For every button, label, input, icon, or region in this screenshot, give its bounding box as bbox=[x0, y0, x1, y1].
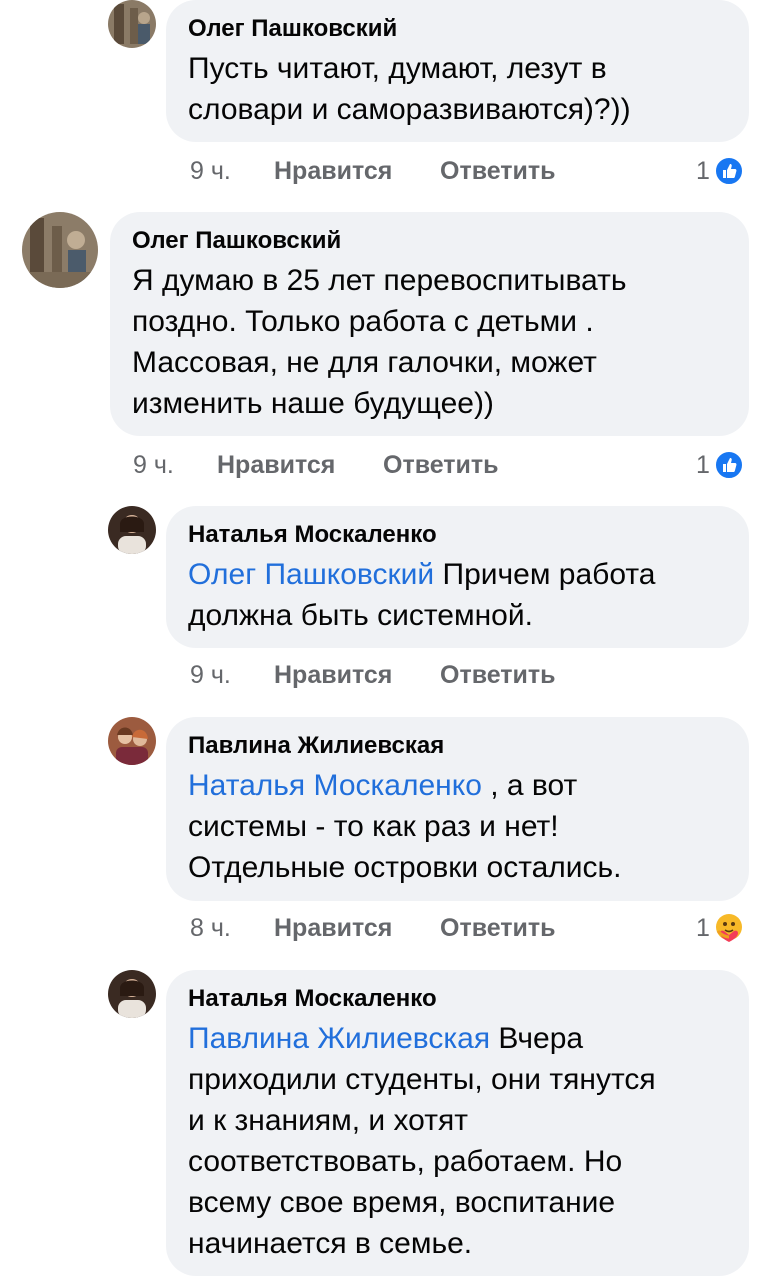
reply-button[interactable]: Ответить bbox=[440, 157, 556, 186]
comment-bubble: Олег Пашковский Пусть читают, думают, ле… bbox=[166, 0, 749, 142]
comment-text-line: изменить наше будущее)) bbox=[132, 387, 494, 420]
reaction-summary[interactable]: 1 bbox=[696, 910, 744, 946]
comment-text: Наталья Москаленко , а вот системы - то … bbox=[188, 765, 727, 888]
like-icon bbox=[713, 156, 744, 186]
reaction-summary[interactable]: 1 bbox=[696, 447, 744, 483]
reaction-summary[interactable]: 1 bbox=[696, 153, 744, 189]
comment-timestamp[interactable]: 9 ч. bbox=[190, 661, 231, 690]
mention-link[interactable]: Наталья Москаленко bbox=[188, 769, 482, 802]
comment-text-span: Причем работа bbox=[434, 558, 656, 591]
comment-text-line: поздно. Только работа с детьми . bbox=[132, 305, 594, 338]
comment-bubble: Павлина Жилиевская Наталья Москаленко , … bbox=[166, 717, 749, 901]
comment-timestamp[interactable]: 8 ч. bbox=[190, 914, 231, 943]
comment-text-span: Вчера bbox=[490, 1022, 584, 1055]
comment-text: Олег Пашковский Причем работа должна быт… bbox=[188, 554, 727, 636]
avatar[interactable] bbox=[22, 212, 98, 288]
comment-text-line: Массовая, не для галочки, может bbox=[132, 346, 597, 379]
comment-text-line: системы - то как раз и нет! bbox=[188, 810, 559, 843]
comment-text-line: Наталья Москаленко , а вот bbox=[188, 765, 727, 806]
avatar[interactable] bbox=[108, 506, 156, 554]
comment-text-line: Павлина Жилиевская Вчера bbox=[188, 1018, 727, 1059]
mention-link[interactable]: Олег Пашковский bbox=[188, 558, 434, 591]
comment-text-line: приходили студенты, они тянутся bbox=[188, 1063, 656, 1096]
care-icon bbox=[715, 914, 742, 942]
comment-text-line: всему свое время, воспитание bbox=[188, 1186, 616, 1219]
reaction-count: 1 bbox=[696, 914, 710, 942]
like-button[interactable]: Нравится bbox=[274, 914, 392, 943]
comment-actions: 9 ч. Нравится Ответить bbox=[190, 661, 590, 697]
like-button[interactable]: Нравится bbox=[217, 451, 335, 480]
comment-text-line: должна быть системной. bbox=[188, 599, 533, 632]
comment-text: Павлина Жилиевская Вчера приходили студе… bbox=[188, 1018, 727, 1264]
comment-text-span: , а вот bbox=[481, 769, 578, 802]
comment-text-line: Отдельные островки остались. bbox=[188, 851, 622, 884]
comment-timestamp[interactable]: 9 ч. bbox=[133, 451, 174, 480]
comment-timestamp[interactable]: 9 ч. bbox=[190, 157, 231, 186]
comment-text-line: и к знаниям, и хотят bbox=[188, 1104, 468, 1137]
comments-thread: Олег Пашковский Пусть читают, думают, ле… bbox=[0, 0, 771, 1280]
comment-text: Я думаю в 25 лет перевоспитывать поздно.… bbox=[132, 260, 727, 424]
comment-text: Пусть читают, думают, лезут в словари и … bbox=[188, 48, 727, 130]
comment-bubble: Олег Пашковский Я думаю в 25 лет перевос… bbox=[110, 212, 749, 436]
comment-text-line: соответствовать, работаем. Но bbox=[188, 1145, 623, 1178]
comment-text-line: словари и саморазвиваются)?)) bbox=[188, 93, 631, 126]
comment-actions: 9 ч. Нравится Ответить bbox=[190, 157, 590, 193]
avatar[interactable] bbox=[108, 717, 156, 765]
comment-author[interactable]: Олег Пашковский bbox=[188, 14, 727, 44]
comment-author[interactable]: Олег Пашковский bbox=[132, 226, 727, 256]
comment-actions: 9 ч. Нравится Ответить bbox=[133, 451, 533, 487]
reply-button[interactable]: Ответить bbox=[440, 914, 556, 943]
mention-link[interactable]: Павлина Жилиевская bbox=[188, 1022, 490, 1055]
avatar[interactable] bbox=[108, 970, 156, 1018]
comment-text-line: начинается в семье. bbox=[188, 1227, 473, 1260]
comment-author[interactable]: Наталья Москаленко bbox=[188, 520, 727, 550]
like-button[interactable]: Нравится bbox=[274, 661, 392, 690]
comment-actions: 8 ч. Нравится Ответить bbox=[190, 914, 590, 950]
reply-button[interactable]: Ответить bbox=[440, 661, 556, 690]
comment-text-line: Олег Пашковский Причем работа bbox=[188, 554, 727, 595]
avatar[interactable] bbox=[108, 0, 156, 48]
comment-bubble: Наталья Москаленко Павлина Жилиевская Вч… bbox=[166, 970, 749, 1276]
like-button[interactable]: Нравится bbox=[274, 157, 392, 186]
comment-author[interactable]: Наталья Москаленко bbox=[188, 984, 727, 1014]
reaction-count: 1 bbox=[696, 451, 710, 479]
reaction-count: 1 bbox=[696, 157, 710, 185]
comment-bubble: Наталья Москаленко Олег Пашковский Приче… bbox=[166, 506, 749, 648]
comment-author[interactable]: Павлина Жилиевская bbox=[188, 731, 727, 761]
like-icon bbox=[713, 450, 744, 480]
comment-text-line: Я думаю в 25 лет перевоспитывать bbox=[132, 264, 627, 297]
reply-button[interactable]: Ответить bbox=[383, 451, 499, 480]
comment-text-line: Пусть читают, думают, лезут в bbox=[188, 52, 607, 85]
